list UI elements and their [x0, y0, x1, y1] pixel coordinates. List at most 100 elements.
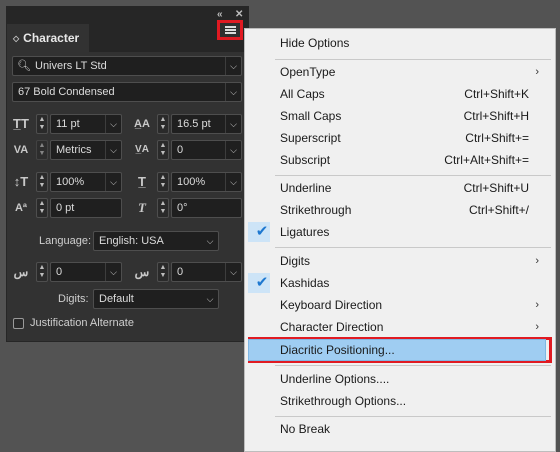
submenu-arrow-icon: ›: [535, 299, 539, 311]
menu-item-label: Hide Options: [280, 36, 350, 50]
menu-item-diacritic-positioning[interactable]: Diacritic Positioning...: [245, 337, 555, 363]
menu-item-label: Superscript: [280, 131, 341, 145]
panel-titlebar: « ✕: [7, 7, 248, 24]
baseline-shift-stepper[interactable]: ▲ ▼: [36, 198, 48, 218]
checkmark-icon: ✔: [255, 223, 269, 240]
language-value: English: USA: [99, 235, 164, 247]
leading-icon: A̲A: [134, 118, 150, 130]
menu-item-kashidas[interactable]: ✔ Kashidas: [245, 272, 555, 294]
chevron-down-icon[interactable]: ⌵: [225, 263, 241, 281]
tracking-stepper[interactable]: ▲ ▼: [157, 140, 169, 160]
menu-item-small-caps[interactable]: Small Caps Ctrl+Shift+H: [245, 105, 555, 127]
font-style-field[interactable]: 67 Bold Condensed ⌵: [12, 82, 242, 102]
chevron-down-icon[interactable]: ⌵: [105, 115, 121, 133]
vertical-scale-stepper[interactable]: ▲ ▼: [36, 172, 48, 192]
kashida-right-stepper[interactable]: ▲ ▼: [157, 262, 169, 282]
submenu-arrow-icon: ›: [535, 66, 539, 78]
chevron-down-icon[interactable]: ⌵: [225, 141, 241, 159]
vertical-scale-icon: ↕T: [13, 174, 29, 189]
menu-item-shortcut: Ctrl+Shift+H: [463, 109, 529, 123]
menu-item-all-caps[interactable]: All Caps Ctrl+Shift+K: [245, 83, 555, 105]
checkmark-icon: ✔: [255, 274, 269, 291]
menu-item-label: All Caps: [280, 87, 325, 101]
menu-item-strikethrough[interactable]: Strikethrough Ctrl+Shift+/: [245, 199, 555, 221]
menu-item-digits[interactable]: Digits ›: [245, 250, 555, 272]
horizontal-scale-input[interactable]: 100% ⌵: [171, 172, 242, 192]
menu-item-hide-options[interactable]: Hide Options: [245, 32, 555, 54]
horizontal-scale-value: 100%: [177, 176, 206, 188]
skew-icon: T: [138, 200, 146, 215]
menu-item-character-direction[interactable]: Character Direction ›: [245, 316, 555, 338]
menu-item-ligatures[interactable]: ✔ Ligatures: [245, 221, 555, 243]
language-label: Language:: [39, 235, 91, 247]
leading-input[interactable]: 16.5 pt ⌵: [171, 114, 242, 134]
menu-item-opentype[interactable]: OpenType ›: [245, 61, 555, 83]
kashida-left-input[interactable]: 0 ⌵: [50, 262, 122, 282]
menu-item-label: Ligatures: [280, 225, 330, 239]
vertical-scale-value: 100%: [56, 176, 85, 188]
kashida-left-stepper[interactable]: ▲ ▼: [36, 262, 48, 282]
chevron-down-icon[interactable]: ⌵: [225, 83, 241, 101]
baseline-shift-input[interactable]: 0 pt: [50, 198, 122, 218]
tab-character[interactable]: ◇ Character: [7, 24, 89, 52]
menu-item-shortcut: Ctrl+Shift+U: [463, 181, 529, 195]
kashida-left-value: 0: [56, 266, 63, 278]
submenu-arrow-icon: ›: [535, 255, 539, 267]
leading-value: 16.5 pt: [177, 118, 211, 130]
menu-item-subscript[interactable]: Subscript Ctrl+Alt+Shift+=: [245, 149, 555, 171]
menu-item-no-break[interactable]: No Break: [245, 418, 555, 440]
chevron-down-icon[interactable]: ⌵: [225, 57, 241, 75]
font-style-value: 67 Bold Condensed: [18, 86, 115, 98]
menu-item-shortcut: Ctrl+Alt+Shift+=: [444, 153, 529, 167]
menu-item-label: Underline Options....: [280, 372, 390, 386]
kashida-right-value: 0: [177, 266, 184, 278]
hamburger-menu-icon: [224, 26, 236, 34]
menu-item-shortcut: Ctrl+Shift+K: [464, 87, 529, 101]
menu-item-underline-options[interactable]: Underline Options....: [245, 368, 555, 390]
chevron-down-icon[interactable]: ⌵: [225, 173, 241, 191]
skew-value: 0°: [177, 202, 188, 214]
submenu-arrow-icon: ›: [535, 321, 539, 333]
horizontal-scale-stepper[interactable]: ▲ ▼: [157, 172, 169, 192]
chevron-down-icon[interactable]: ⌵: [225, 115, 241, 133]
menu-item-label: No Break: [280, 422, 331, 436]
font-family-field[interactable]: 🔍︎ Univers LT Std ⌵: [12, 56, 242, 76]
language-select[interactable]: English: USA ⌵: [93, 231, 219, 251]
menu-item-keyboard-direction[interactable]: Keyboard Direction ›: [245, 294, 555, 316]
font-size-stepper[interactable]: ▲ ▼: [36, 114, 48, 134]
skew-stepper[interactable]: ▲ ▼: [157, 198, 169, 218]
menu-item-label: Digits: [280, 254, 311, 268]
leading-stepper[interactable]: ▲ ▼: [157, 114, 169, 134]
skew-input[interactable]: 0°: [171, 198, 242, 218]
baseline-shift-value: 0 pt: [56, 202, 75, 214]
digits-select[interactable]: Default ⌵: [93, 289, 219, 309]
menu-item-label: Strikethrough: [280, 203, 352, 217]
menu-item-strikethrough-options[interactable]: Strikethrough Options...: [245, 390, 555, 412]
chevron-down-icon[interactable]: ⌵: [105, 141, 121, 159]
font-size-icon: T̲T: [13, 116, 29, 131]
kerning-stepper[interactable]: ▲ ▼: [36, 140, 48, 160]
chevron-down-icon[interactable]: ⌵: [105, 173, 121, 191]
font-size-value: 11 pt: [56, 118, 80, 130]
vertical-scale-input[interactable]: 100% ⌵: [50, 172, 122, 192]
font-family-value: Univers LT Std: [35, 60, 107, 72]
justification-alternate-checkbox[interactable]: [13, 318, 24, 329]
font-size-input[interactable]: 11 pt ⌵: [50, 114, 122, 134]
tab-character-label: Character: [23, 31, 80, 45]
tracking-icon: V̲A: [135, 144, 149, 155]
kerning-input[interactable]: Metrics ⌵: [50, 140, 122, 160]
character-panel: « ✕ ◇ Character 🔍︎ Univers LT Std ⌵ 67 Bo…: [6, 6, 249, 342]
panel-menu-button[interactable]: [217, 20, 243, 40]
chevron-down-icon[interactable]: ⌵: [202, 232, 218, 250]
menu-divider: [275, 175, 551, 176]
menu-item-superscript[interactable]: Superscript Ctrl+Shift+=: [245, 127, 555, 149]
baseline-shift-icon: Aª: [14, 202, 27, 214]
chevron-down-icon[interactable]: ⌵: [202, 290, 218, 308]
horizontal-scale-icon: T̲: [138, 174, 146, 189]
panel-flyout-menu: Hide Options OpenType › All Caps Ctrl+Sh…: [244, 28, 556, 452]
chevron-down-icon[interactable]: ⌵: [105, 263, 121, 281]
menu-item-underline[interactable]: Underline Ctrl+Shift+U: [245, 177, 555, 199]
kashida-right-input[interactable]: 0 ⌵: [171, 262, 242, 282]
tracking-input[interactable]: 0 ⌵: [171, 140, 242, 160]
search-icon: 🔍︎: [17, 60, 31, 72]
